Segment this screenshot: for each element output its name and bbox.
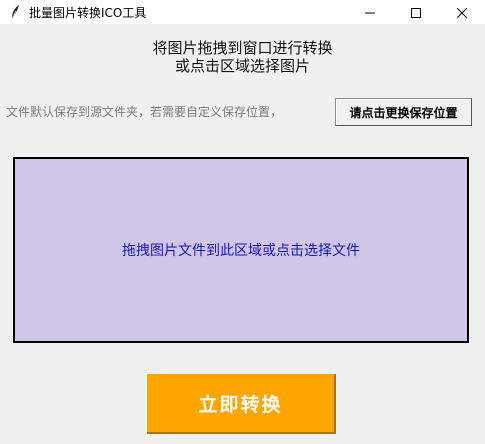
drop-zone-label: 拖拽图片文件到此区域或点击选择文件 <box>122 243 360 259</box>
instructions-line-2: 或点击区域选择图片 <box>174 57 310 75</box>
window-controls <box>347 0 485 24</box>
maximize-icon <box>411 3 421 22</box>
instructions-line-1: 将图片拖拽到窗口进行转换 <box>152 39 333 57</box>
minimize-icon <box>365 3 375 22</box>
minimize-button[interactable] <box>347 0 393 24</box>
save-location-hint: 文件默认保存到源文件夹，若需要自定义保存位置， <box>6 105 283 119</box>
close-icon <box>456 3 468 22</box>
maximize-button[interactable] <box>393 0 439 24</box>
instructions-heading: 将图片拖拽到窗口进行转换 或点击区域选择图片 <box>0 39 485 75</box>
title-bar: 批量图片转换ICO工具 <box>0 0 485 24</box>
window-title: 批量图片转换ICO工具 <box>29 5 147 20</box>
change-save-location-button[interactable]: 请点击更换保存位置 <box>335 98 472 126</box>
convert-now-button[interactable]: 立即转换 <box>147 374 336 434</box>
feather-icon <box>7 4 23 20</box>
file-drop-zone[interactable]: 拖拽图片文件到此区域或点击选择文件 <box>13 157 469 343</box>
close-button[interactable] <box>439 0 485 24</box>
